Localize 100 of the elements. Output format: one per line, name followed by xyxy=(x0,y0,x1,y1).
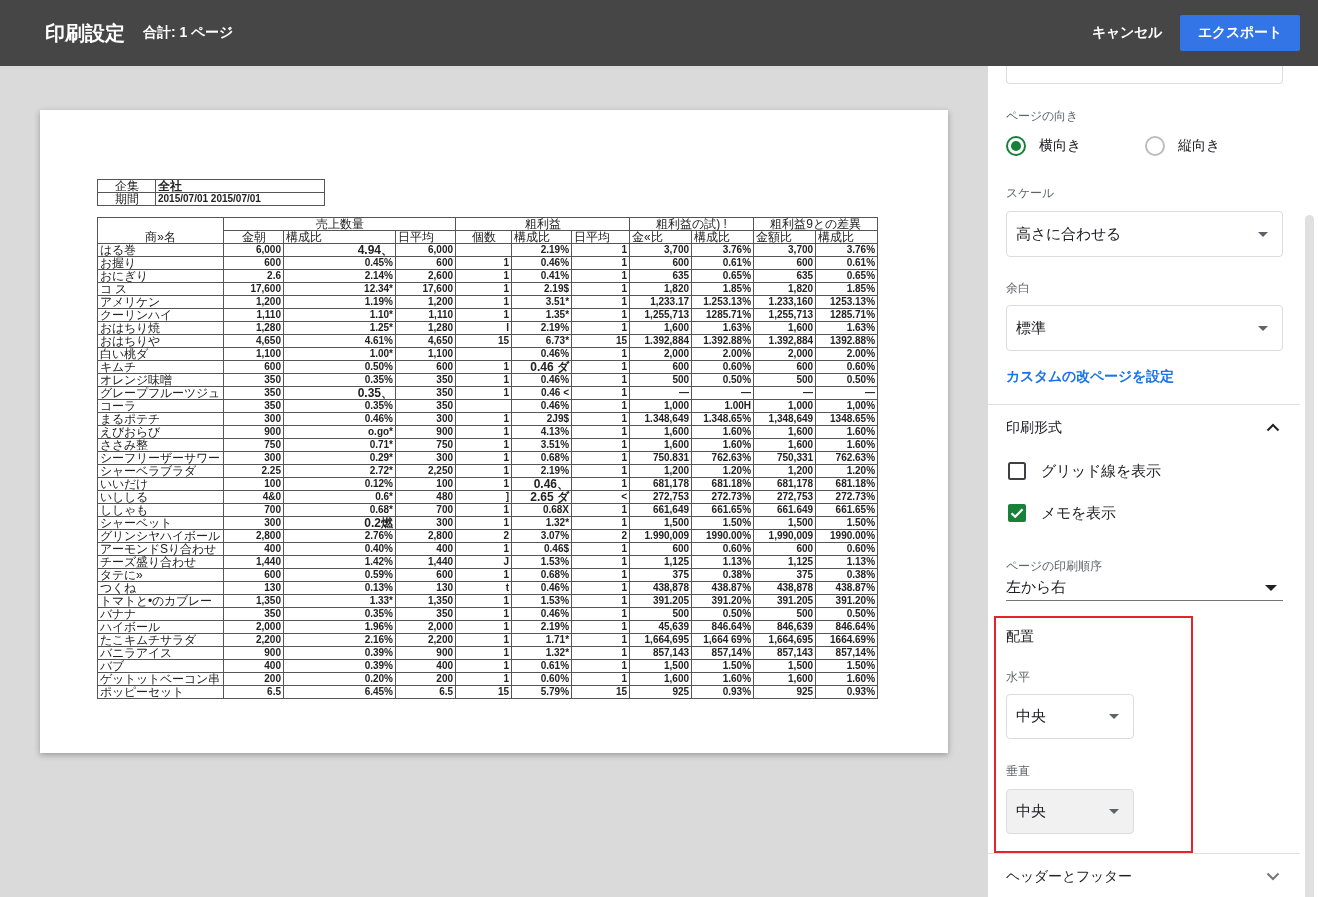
table-cell: 0.50% xyxy=(691,373,754,387)
chevron-up-icon[interactable] xyxy=(1266,422,1280,432)
radio-label: 縦向き xyxy=(1177,137,1220,155)
table-cell: 6,000 xyxy=(223,243,284,257)
table-cell: 1.60% xyxy=(691,672,754,686)
page-order-dropdown[interactable]: 左から右 xyxy=(1006,575,1283,601)
table-cell: おはちりや xyxy=(97,334,224,348)
export-button[interactable]: エクスポート xyxy=(1180,15,1300,51)
table-cell: 1,600 xyxy=(753,672,816,686)
table-cell: 1 xyxy=(455,308,512,322)
table-cell: 2,000 xyxy=(223,620,284,634)
table-cell: 300 xyxy=(395,451,456,465)
table-cell: 2 xyxy=(455,529,512,543)
table-cell: 1 xyxy=(455,516,512,530)
table-cell: 1,600 xyxy=(753,321,816,335)
margin-dropdown[interactable]: 標準 xyxy=(1006,305,1283,351)
table-cell: 438.87% xyxy=(815,581,878,595)
table-cell: 661.649 xyxy=(753,503,816,517)
column-header: 構成比 xyxy=(815,230,878,244)
table-cell: 1.13% xyxy=(691,555,754,569)
scrollbar[interactable] xyxy=(1304,215,1314,897)
table-cell: 1.96% xyxy=(283,620,396,634)
table-cell: グリンシヤハイボール xyxy=(97,529,224,543)
table-cell: 1 xyxy=(455,568,512,582)
table-cell: 4,650 xyxy=(395,334,456,348)
table-cell: 925 xyxy=(629,685,692,699)
table-cell: 0.93% xyxy=(691,685,754,699)
table-cell: 1 xyxy=(571,386,630,400)
table-cell: 100 xyxy=(395,477,456,491)
table-cell: — xyxy=(815,386,878,400)
table-cell: 1 xyxy=(571,659,630,673)
table-cell: 3,700 xyxy=(629,243,692,257)
checkbox[interactable] xyxy=(1008,504,1026,522)
table-cell: 272,753 xyxy=(753,490,816,504)
table-cell: ] xyxy=(455,490,512,504)
table-cell: 375 xyxy=(753,568,816,582)
table-cell: 1 xyxy=(455,360,512,374)
table-cell: 762.63% xyxy=(815,451,878,465)
column-header: 個数 xyxy=(455,230,512,244)
table-cell: 0.2燃 xyxy=(283,516,396,530)
table-cell: ししゃも xyxy=(97,503,224,517)
field-label: ページの向き xyxy=(1006,108,1079,124)
table-cell: 1.33* xyxy=(283,594,396,608)
table-cell: 0.38% xyxy=(815,568,878,582)
table-cell: 350 xyxy=(223,607,284,621)
table-cell: ハイボール xyxy=(97,620,224,634)
alignment-dropdown[interactable]: 中央 xyxy=(1006,694,1134,739)
table-cell: 0.68* xyxy=(283,503,396,517)
table-cell: 500 xyxy=(753,373,816,387)
scale-dropdown[interactable]: 高さに合わせる xyxy=(1006,211,1283,257)
section-title: ヘッダーとフッター xyxy=(1006,867,1132,886)
radio-button[interactable] xyxy=(1144,136,1165,156)
cancel-button[interactable]: キャンセル xyxy=(1084,16,1170,50)
table-cell: 438.87% xyxy=(691,581,754,595)
table-cell: 1 xyxy=(455,503,512,517)
table-cell: 1990.00% xyxy=(691,529,754,543)
table-cell: 2.19% xyxy=(511,243,572,257)
checkbox[interactable] xyxy=(1008,462,1026,480)
column-header: 商»名 xyxy=(97,217,224,244)
table-cell: 2 xyxy=(571,529,630,543)
select-field[interactable] xyxy=(1006,66,1283,84)
table-cell: < xyxy=(571,490,630,504)
table-cell: 1 xyxy=(455,659,512,673)
table-cell: 1 xyxy=(571,308,630,322)
table-cell: 1,500 xyxy=(753,659,816,673)
table-cell: 900 xyxy=(223,425,284,439)
custom-page-break-link[interactable]: カスタムの改ページを設定 xyxy=(1006,366,1174,386)
table-cell: 0.60% xyxy=(691,360,754,374)
table-cell: 企集 xyxy=(97,179,156,193)
alignment-dropdown[interactable]: 中央 xyxy=(1006,789,1134,834)
table-cell: 1348.65% xyxy=(815,412,878,426)
table-cell: 1,500 xyxy=(629,659,692,673)
table-cell: J xyxy=(455,555,512,569)
table-cell: お握り xyxy=(97,256,224,270)
table-cell: 0.35% xyxy=(283,607,396,621)
table-cell: 0.61% xyxy=(511,659,572,673)
table-cell: 350 xyxy=(395,399,456,413)
section-title: 配置 xyxy=(1006,627,1035,646)
table-cell: コ ス xyxy=(97,282,224,296)
table-cell: 1.35* xyxy=(511,308,572,322)
table-cell: 300 xyxy=(223,412,284,426)
table-cell: 6.73* xyxy=(511,334,572,348)
table-cell: 1 xyxy=(455,282,512,296)
table-cell: 500 xyxy=(629,607,692,621)
table-cell: 700 xyxy=(223,503,284,517)
table-cell: 2,000 xyxy=(395,620,456,634)
table-cell: 6,000 xyxy=(395,243,456,257)
radio-button[interactable] xyxy=(1006,136,1026,156)
table-cell: 0.68% xyxy=(511,451,572,465)
field-label: 余白 xyxy=(1006,280,1031,296)
table-cell: 2,000 xyxy=(753,347,816,361)
table-cell: 661.65% xyxy=(815,503,878,517)
chevron-down-icon[interactable] xyxy=(1266,871,1280,881)
table-cell: 0.46$ xyxy=(511,542,572,556)
table-cell: 857,143 xyxy=(753,646,816,660)
table-cell: 272,753 xyxy=(629,490,692,504)
table-cell: 2,000 xyxy=(629,347,692,361)
table-cell: 0.65% xyxy=(691,269,754,283)
table-cell: 1 xyxy=(455,269,512,283)
table-cell: 700 xyxy=(395,503,456,517)
